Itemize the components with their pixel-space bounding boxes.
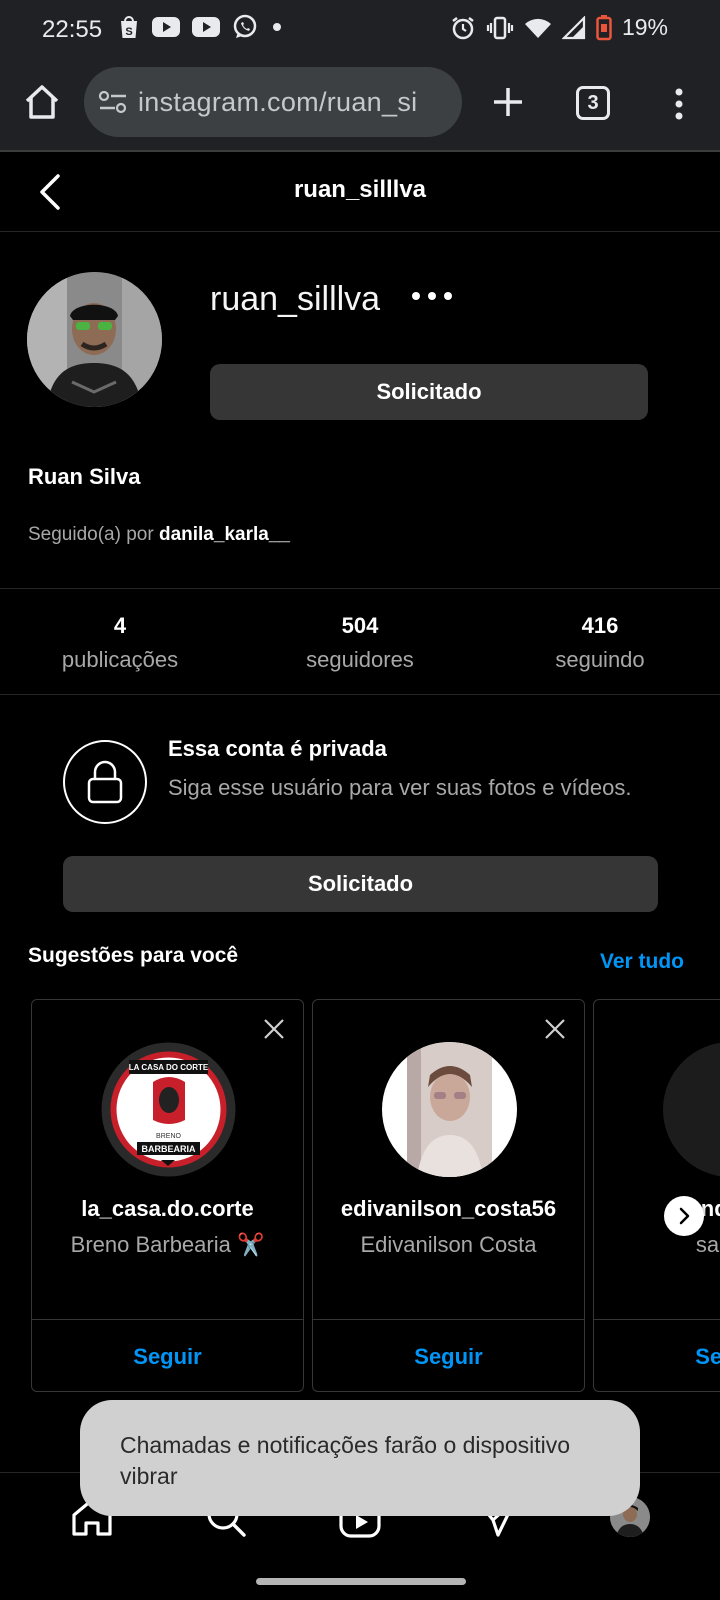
profile-full-name: Ruan Silva bbox=[28, 464, 141, 489]
suggestion-avatar[interactable] bbox=[663, 1042, 720, 1177]
stat-value: 504 bbox=[341, 613, 379, 638]
url-text: instagram.com/ruan_si bbox=[138, 86, 418, 117]
youtube-icon bbox=[152, 17, 180, 37]
lock-icon bbox=[63, 740, 147, 824]
browser-toolbar: instagram.com/ruan_si 3 bbox=[0, 58, 720, 152]
wifi-icon bbox=[524, 18, 551, 38]
stat-value: 416 bbox=[581, 613, 619, 638]
profile-avatar[interactable] bbox=[27, 272, 162, 407]
suggestion-avatar[interactable] bbox=[382, 1042, 517, 1177]
new-tab-icon[interactable] bbox=[488, 82, 528, 122]
carousel-next-icon[interactable] bbox=[664, 1196, 704, 1236]
profile-username: ruan_silllva bbox=[210, 280, 381, 318]
suggestion-name: Edivanilson Costa bbox=[360, 1232, 537, 1257]
stat-following[interactable]: 416 seguindo bbox=[480, 589, 720, 694]
vibrate-icon bbox=[486, 16, 514, 39]
see-all-link[interactable]: Ver tudo bbox=[600, 950, 684, 974]
stat-followers[interactable]: 504 seguidores bbox=[240, 589, 480, 694]
system-icons: 19% bbox=[450, 14, 668, 41]
status-time: 22:55 bbox=[42, 16, 103, 43]
stat-label: seguidores bbox=[306, 647, 414, 672]
suggestions-title: Sugestões para você bbox=[28, 944, 239, 967]
suggestion-name: sandro bbox=[695, 1232, 720, 1257]
private-account-title: Essa conta é privada bbox=[168, 736, 387, 761]
page-title: ruan_silllva bbox=[293, 176, 427, 203]
logo-bottom-text: BARBEARIA bbox=[142, 1144, 197, 1154]
battery-low-icon bbox=[596, 14, 612, 40]
gesture-bar[interactable] bbox=[256, 1578, 466, 1585]
suggestion-card[interactable]: sandro_ot sandro Seguir bbox=[593, 999, 720, 1392]
signal-icon bbox=[561, 15, 586, 39]
more-options-icon[interactable] bbox=[412, 292, 452, 300]
follow-button[interactable]: Seguir bbox=[32, 1344, 303, 1370]
home-icon[interactable] bbox=[22, 82, 62, 122]
toast-notification: Chamadas e notificações farão o disposit… bbox=[80, 1400, 640, 1516]
site-settings-icon[interactable] bbox=[98, 89, 128, 115]
profile-stats: 4 publicações 504 seguidores 416 seguind… bbox=[0, 588, 720, 695]
youtube-icon bbox=[192, 17, 220, 37]
private-account-description: Siga esse usuário para ver suas fotos e … bbox=[168, 775, 632, 800]
suggestion-username[interactable]: edivanilson_costa56 bbox=[313, 1196, 584, 1222]
whatsapp-icon bbox=[233, 14, 257, 38]
card-divider bbox=[594, 1319, 720, 1320]
battery-percent: 19% bbox=[621, 14, 668, 40]
requested-button-secondary[interactable]: Solicitado bbox=[63, 856, 658, 912]
followed-by-user-link[interactable]: danila_karla__ bbox=[159, 524, 290, 545]
requested-button[interactable]: Solicitado bbox=[210, 364, 648, 420]
tab-switcher-button[interactable]: 3 bbox=[576, 86, 610, 120]
suggestion-card[interactable]: LA CASA DO CORTE BRENO BARBEARIA la_casa… bbox=[31, 999, 304, 1392]
stat-posts: 4 publicações bbox=[0, 589, 240, 694]
suggestion-avatar[interactable]: LA CASA DO CORTE BRENO BARBEARIA bbox=[101, 1042, 236, 1177]
follow-button[interactable]: Seguir bbox=[313, 1344, 584, 1370]
notification-icons: S bbox=[118, 14, 284, 40]
suggestion-card[interactable]: edivanilson_costa56 Edivanilson Costa Se… bbox=[312, 999, 585, 1392]
followed-by-prefix: Seguido(a) por bbox=[28, 524, 159, 545]
dismiss-icon[interactable] bbox=[263, 1018, 285, 1040]
logo-top-text: LA CASA DO CORTE bbox=[129, 1063, 209, 1072]
follow-button[interactable]: Seguir bbox=[594, 1344, 720, 1370]
alarm-icon bbox=[452, 16, 474, 39]
card-divider bbox=[32, 1319, 303, 1320]
suggestions-carousel[interactable]: LA CASA DO CORTE BRENO BARBEARIA la_casa… bbox=[0, 999, 720, 1392]
stat-value: 4 bbox=[113, 613, 127, 638]
card-divider bbox=[313, 1319, 584, 1320]
status-bar: 22:55 S 19% bbox=[0, 0, 720, 58]
profile-header: ruan_silllva bbox=[0, 152, 720, 232]
overflow-menu-icon[interactable] bbox=[664, 84, 694, 124]
followed-by-text: Seguido(a) por danila_karla__ bbox=[28, 524, 290, 546]
address-bar[interactable]: instagram.com/ruan_si bbox=[84, 67, 462, 137]
stat-label: publicações bbox=[61, 647, 179, 672]
dismiss-icon[interactable] bbox=[544, 1018, 566, 1040]
suggestion-name: Breno Barbearia ✂️ bbox=[70, 1232, 265, 1257]
stat-label: seguindo bbox=[555, 647, 645, 672]
shopee-icon: S bbox=[121, 16, 137, 38]
logo-mid-text: BRENO bbox=[156, 1133, 181, 1140]
svg-text:S: S bbox=[125, 26, 132, 38]
dot-icon bbox=[273, 23, 281, 31]
suggestion-username[interactable]: la_casa.do.corte bbox=[32, 1196, 303, 1222]
